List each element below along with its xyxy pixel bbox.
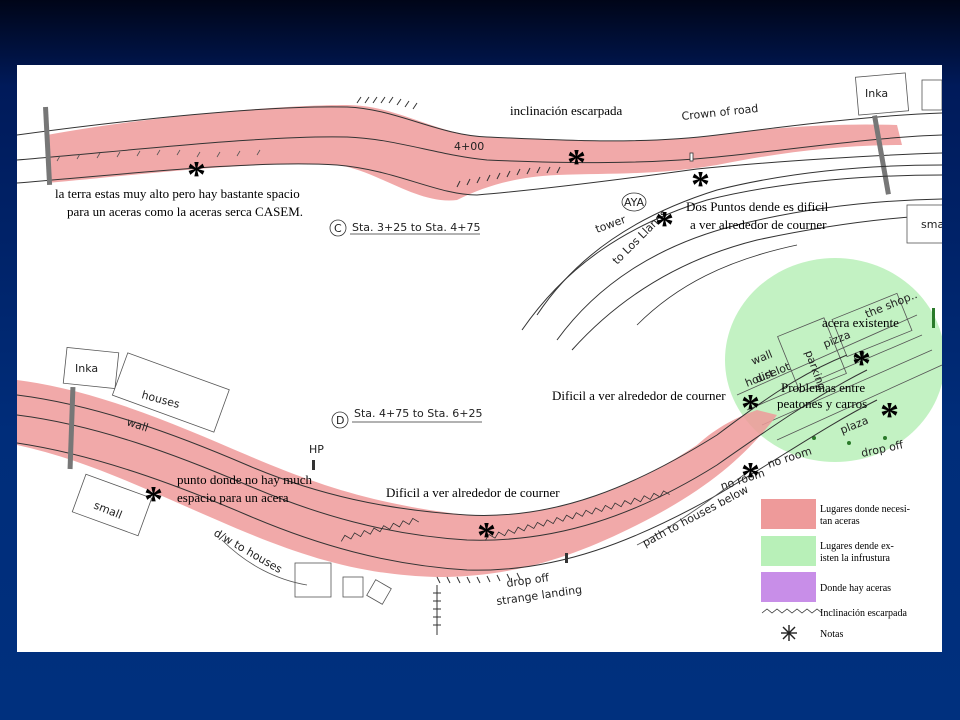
legend-label-need-sidewalk-1: Lugares donde necesi-	[820, 504, 910, 515]
station-d-letter: D	[336, 414, 344, 427]
legend-swatch-has-sidewalk	[761, 572, 816, 602]
note-marker-asterisk: *	[655, 204, 674, 246]
label-aya: AYA	[624, 196, 645, 209]
note-difficult-bottom: Dificil a ver alrededor de courner	[386, 485, 560, 500]
note-marker-asterisk: *	[880, 395, 899, 437]
legend-label-notes: Notas	[820, 629, 843, 640]
legend-label-has-sidewalk: Donde hay aceras	[820, 583, 891, 594]
note-marker-asterisk: *	[741, 455, 760, 497]
legend-zigzag-icon	[761, 608, 823, 614]
label-drop-off: drop off	[506, 571, 551, 590]
legend-label-existing-infra-1: Lugares dende ex-	[820, 541, 894, 552]
note-top-left-line2: para un aceras como la aceras serca CASE…	[67, 204, 303, 219]
label-steep-slope: inclinación escarpada	[510, 103, 622, 118]
note-marker-asterisk: *	[741, 387, 760, 429]
station-c-letter: C	[334, 222, 342, 235]
note-marker-asterisk: *	[852, 343, 871, 385]
legend-swatch-need-sidewalk	[761, 499, 816, 529]
note-top-left-line1: la terra estas muy alto pero hay bastant…	[55, 186, 300, 201]
road-map: la terra estas muy alto pero hay bastant…	[17, 72, 942, 641]
note-marker-asterisk: *	[567, 142, 586, 184]
station-d-label: Sta. 4+75 to Sta. 6+25	[354, 407, 483, 420]
note-point-line1: punto donde no hay much	[177, 472, 313, 487]
label-inka-bottom: Inka	[75, 362, 98, 375]
legend-label-existing-infra-2: isten la infrustura	[820, 553, 891, 564]
label-crown-of-road: Crown of road	[681, 102, 759, 123]
label-inka-top: Inka	[865, 87, 888, 100]
legend-asterisk-icon	[781, 625, 797, 641]
legend-label-need-sidewalk-2: tan aceras	[820, 516, 860, 527]
note-point-line2: espacio para un acera	[177, 490, 289, 505]
label-hp: HP	[309, 443, 324, 456]
label-small-top: small	[921, 218, 942, 231]
map-frame: la terra estas muy alto pero hay bastant…	[17, 65, 942, 652]
label-road-marker-top: 4+00	[454, 140, 484, 153]
legend-label-steep: Inclinación escarpada	[820, 608, 907, 619]
note-marker-asterisk: *	[187, 154, 206, 196]
note-difficult-right: Dificil a ver alrededor de courner	[552, 388, 726, 403]
label-existing-sidewalk: acera existente	[822, 315, 899, 330]
note-problems-line2: peatones y carros	[777, 396, 867, 411]
note-two-points-line2: a ver alrededor de courner	[690, 217, 827, 232]
station-c-label: Sta. 3+25 to Sta. 4+75	[352, 221, 481, 234]
note-marker-asterisk: *	[477, 515, 496, 557]
note-marker-asterisk: *	[144, 479, 163, 521]
legend: Lugares donde necesi- tan aceras Lugares…	[761, 499, 910, 641]
note-marker-asterisk: *	[691, 164, 710, 206]
legend-swatch-existing-infra	[761, 536, 816, 566]
